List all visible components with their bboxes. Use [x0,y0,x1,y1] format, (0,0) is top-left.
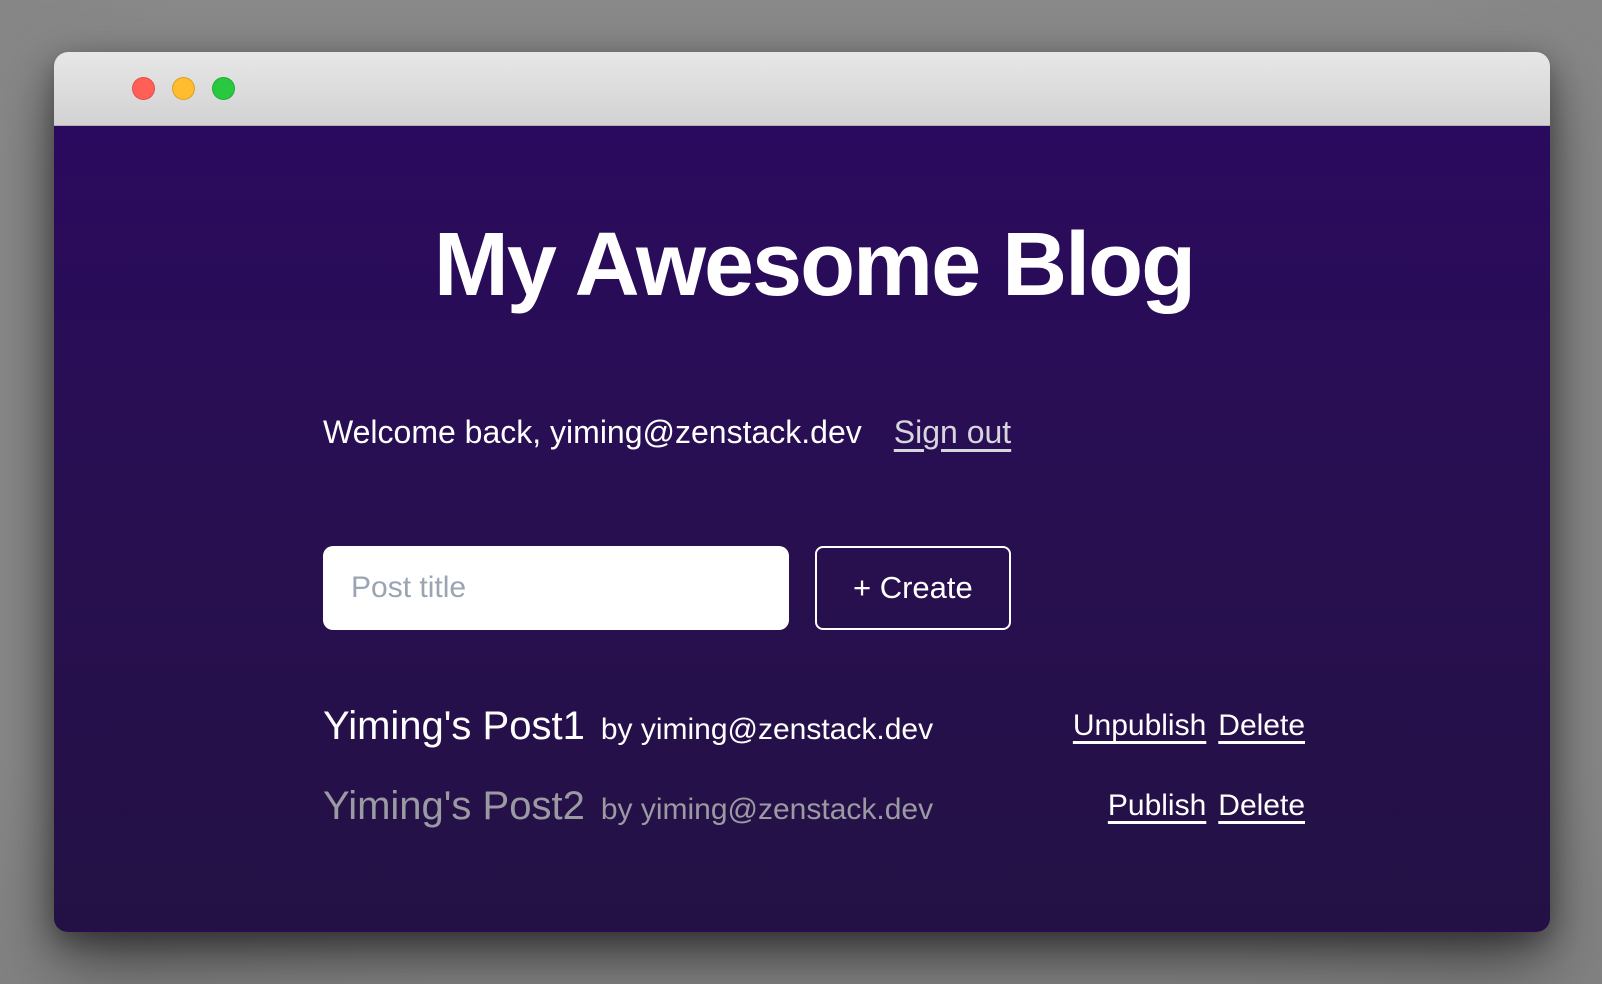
desktop-backdrop: My Awesome Blog Welcome back, yiming@zen… [0,0,1602,984]
post-row: Yiming's Post1 by yiming@zenstack.dev Un… [323,686,1305,766]
post-list: Yiming's Post1 by yiming@zenstack.dev Un… [323,686,1305,846]
main-container: My Awesome Blog Welcome back, yiming@zen… [323,126,1305,846]
zoom-button-icon[interactable] [212,77,235,100]
post-byline: by yiming@zenstack.dev [601,713,933,747]
welcome-text: Welcome back, yiming@zenstack.dev [323,410,862,455]
delete-link[interactable]: Delete [1218,709,1305,743]
window-controls [132,77,235,100]
window-titlebar[interactable] [54,52,1550,126]
minimize-button-icon[interactable] [172,77,195,100]
post-info: Yiming's Post2 by yiming@zenstack.dev [323,784,933,829]
sign-out-link[interactable]: Sign out [894,410,1011,455]
app-window: My Awesome Blog Welcome back, yiming@zen… [54,52,1550,932]
post-row: Yiming's Post2 by yiming@zenstack.dev Pu… [323,766,1305,846]
close-button-icon[interactable] [132,77,155,100]
post-actions: Unpublish Delete [1073,709,1305,743]
post-title-input[interactable] [323,546,789,630]
delete-link[interactable]: Delete [1218,789,1305,823]
post-info: Yiming's Post1 by yiming@zenstack.dev [323,704,933,749]
welcome-bar: Welcome back, yiming@zenstack.dev Sign o… [323,410,1305,455]
create-button[interactable]: + Create [815,546,1011,630]
post-byline: by yiming@zenstack.dev [601,793,933,827]
create-post-form: + Create [323,546,1305,630]
post-actions: Publish Delete [1108,789,1305,823]
post-title: Yiming's Post2 [323,784,585,829]
unpublish-link[interactable]: Unpublish [1073,709,1206,743]
publish-link[interactable]: Publish [1108,789,1206,823]
page-content: My Awesome Blog Welcome back, yiming@zen… [54,126,1550,931]
post-title: Yiming's Post1 [323,704,585,749]
page-title: My Awesome Blog [323,214,1305,318]
